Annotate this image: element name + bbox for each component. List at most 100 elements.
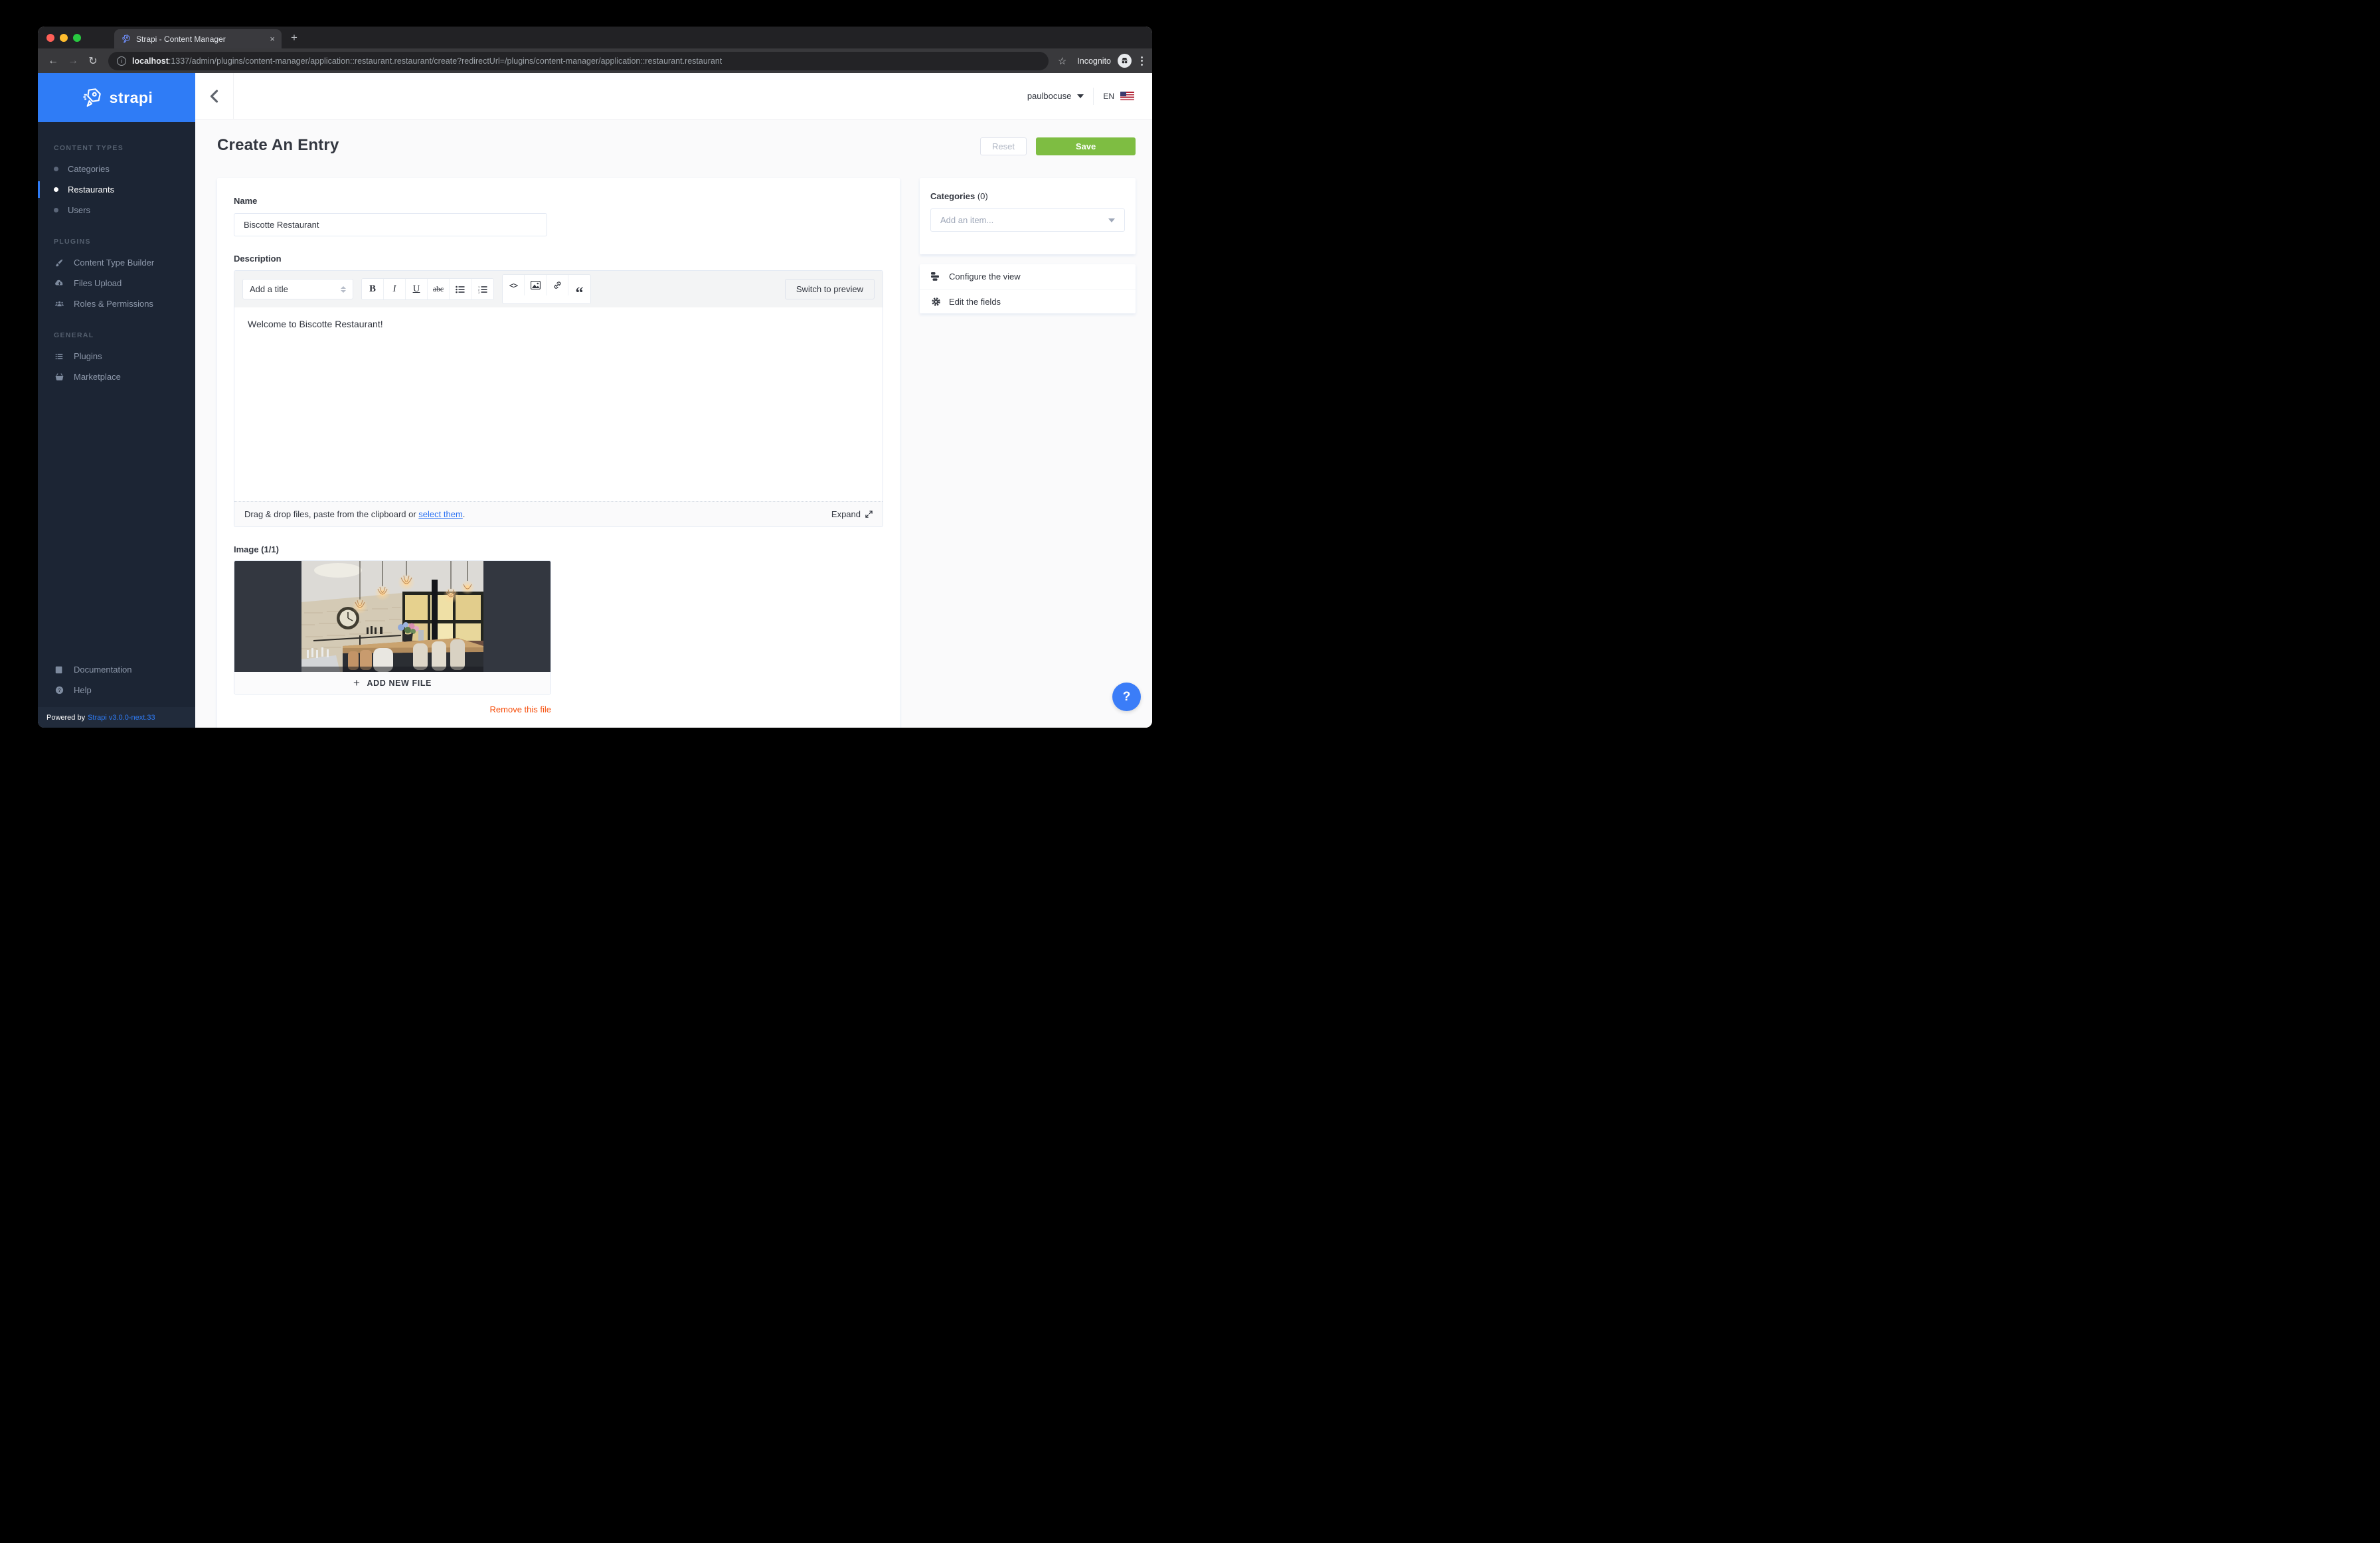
right-panel: Categories (0) Add an item...: [920, 178, 1136, 313]
add-category-combobox[interactable]: Add an item...: [930, 208, 1125, 232]
question-circle-icon: ?: [54, 685, 64, 695]
chevron-down-icon: [1108, 218, 1115, 222]
us-flag-icon: [1120, 92, 1134, 100]
reset-button[interactable]: Reset: [980, 137, 1027, 155]
sidebar-item-roles-permissions[interactable]: Roles & Permissions: [38, 293, 195, 314]
description-label: Description: [234, 254, 883, 264]
minimize-window-button[interactable]: [60, 34, 68, 42]
sidebar-item-categories[interactable]: Categories: [38, 159, 195, 179]
locale-switcher[interactable]: EN: [1103, 92, 1134, 101]
basket-icon: [54, 372, 64, 382]
image-upload-card: + ADD NEW FILE: [234, 560, 551, 694]
browser-menu-icon[interactable]: [1141, 56, 1143, 66]
url-host: localhost: [132, 56, 169, 66]
plus-icon: +: [353, 677, 361, 690]
sidebar-item-users[interactable]: Users: [38, 200, 195, 220]
page-info-icon[interactable]: i: [117, 56, 126, 66]
bullet-icon: [54, 167, 58, 171]
sidebar-item-content-type-builder[interactable]: Content Type Builder: [38, 252, 195, 273]
sidebar-item-plugins[interactable]: Plugins: [38, 346, 195, 366]
section-general: GENERAL: [38, 331, 195, 346]
users-icon: [54, 299, 64, 309]
url-bar[interactable]: i localhost:1337/admin/plugins/content-m…: [108, 52, 1049, 70]
insert-button-group: <> “: [502, 274, 591, 304]
select-arrows-icon: [341, 286, 346, 293]
powered-by-bar: Powered by Strapi v3.0.0-next.33: [38, 707, 195, 728]
new-tab-button[interactable]: +: [291, 31, 298, 44]
gear-icon: [930, 297, 941, 307]
layout-icon: [930, 272, 941, 281]
reload-icon[interactable]: ↻: [84, 52, 102, 70]
svg-text:?: ?: [58, 689, 60, 693]
browser-window: Strapi - Content Manager × + ← → ↻ i loc…: [38, 27, 1152, 728]
unordered-list-button[interactable]: [450, 279, 471, 299]
expand-icon: [865, 511, 873, 518]
bookmark-star-icon[interactable]: ☆: [1058, 55, 1066, 67]
sidebar-item-marketplace[interactable]: Marketplace: [38, 366, 195, 387]
switch-to-preview-button[interactable]: Switch to preview: [785, 279, 875, 299]
sidebar-item-files-upload[interactable]: Files Upload: [38, 273, 195, 293]
title-style-select[interactable]: Add a title: [242, 279, 353, 299]
strikethrough-button[interactable]: abc: [428, 279, 450, 299]
strapi-version-link[interactable]: Strapi v3.0.0-next.33: [88, 714, 155, 722]
save-button[interactable]: Save: [1036, 137, 1136, 155]
categories-count: (0): [975, 191, 988, 201]
name-label: Name: [234, 196, 257, 206]
locale-code: EN: [1103, 92, 1114, 101]
image-preview[interactable]: [234, 561, 551, 672]
user-menu[interactable]: paulbocuse: [1027, 91, 1084, 101]
select-files-link[interactable]: select them: [418, 509, 462, 519]
section-plugins: PLUGINS: [38, 238, 195, 252]
categories-label: Categories: [930, 191, 975, 201]
main-area: paulbocuse EN Create An Entry Reset Save: [195, 73, 1152, 728]
back-button[interactable]: [195, 73, 234, 119]
quote-button[interactable]: “: [568, 283, 590, 303]
code-button[interactable]: <>: [503, 275, 525, 295]
image-button[interactable]: [525, 275, 547, 295]
underline-button[interactable]: U: [406, 279, 428, 299]
sidebar-footer: Documentation ? Help: [38, 659, 195, 707]
remove-file-link[interactable]: Remove this file: [234, 704, 551, 714]
strapi-logo[interactable]: strapi: [38, 73, 195, 122]
incognito-label: Incognito: [1077, 56, 1111, 66]
chevron-left-icon: [210, 90, 218, 103]
page-content: Create An Entry Reset Save Name Descript…: [195, 120, 1152, 728]
configure-view-link[interactable]: Configure the view: [920, 264, 1136, 289]
expand-button[interactable]: Expand: [831, 509, 873, 519]
strapi-app: strapi CONTENT TYPES Categories Restaura…: [38, 73, 1152, 728]
add-new-file-button[interactable]: + ADD NEW FILE: [234, 672, 551, 694]
sidebar-item-help[interactable]: ? Help: [38, 680, 195, 700]
editor-toolbar: Add a title B I U abc: [234, 271, 883, 307]
editor-body[interactable]: Welcome to Biscotte Restaurant!: [234, 307, 883, 501]
editor-dropzone: Drag & drop files, paste from the clipbo…: [234, 501, 883, 527]
edit-fields-link[interactable]: Edit the fields: [920, 289, 1136, 313]
bold-button[interactable]: B: [362, 279, 384, 299]
zoom-window-button[interactable]: [73, 34, 81, 42]
forward-icon[interactable]: →: [64, 52, 82, 70]
close-tab-icon[interactable]: ×: [270, 34, 275, 44]
link-button[interactable]: [547, 275, 568, 295]
categories-relation-card: Categories (0) Add an item...: [920, 178, 1136, 254]
image-field-label: Image (1/1): [234, 544, 883, 554]
sidebar-item-restaurants[interactable]: Restaurants: [38, 179, 195, 200]
name-input[interactable]: [234, 213, 547, 236]
view-links-card: Configure the view Edit the fields: [920, 264, 1136, 313]
tab-strip: Strapi - Content Manager × +: [38, 27, 1152, 48]
book-icon: [54, 665, 64, 675]
bullet-icon: [54, 187, 58, 192]
italic-button[interactable]: I: [384, 279, 406, 299]
ordered-list-button[interactable]: 123: [471, 279, 493, 299]
back-icon[interactable]: ←: [44, 52, 62, 70]
svg-text:3: 3: [478, 290, 480, 293]
section-content-types: CONTENT TYPES: [38, 144, 195, 159]
chevron-down-icon: [1077, 94, 1084, 98]
entry-form-card: Name Description Add a title B: [217, 178, 900, 728]
incognito-icon: [1118, 54, 1132, 68]
sidebar-item-documentation[interactable]: Documentation: [38, 659, 195, 680]
browser-tab[interactable]: Strapi - Content Manager ×: [114, 29, 282, 48]
window-controls: [38, 27, 90, 48]
close-window-button[interactable]: [46, 34, 54, 42]
main-header: paulbocuse EN: [195, 73, 1152, 120]
help-fab-button[interactable]: ?: [1112, 683, 1141, 711]
sidebar: strapi CONTENT TYPES Categories Restaura…: [38, 73, 195, 728]
